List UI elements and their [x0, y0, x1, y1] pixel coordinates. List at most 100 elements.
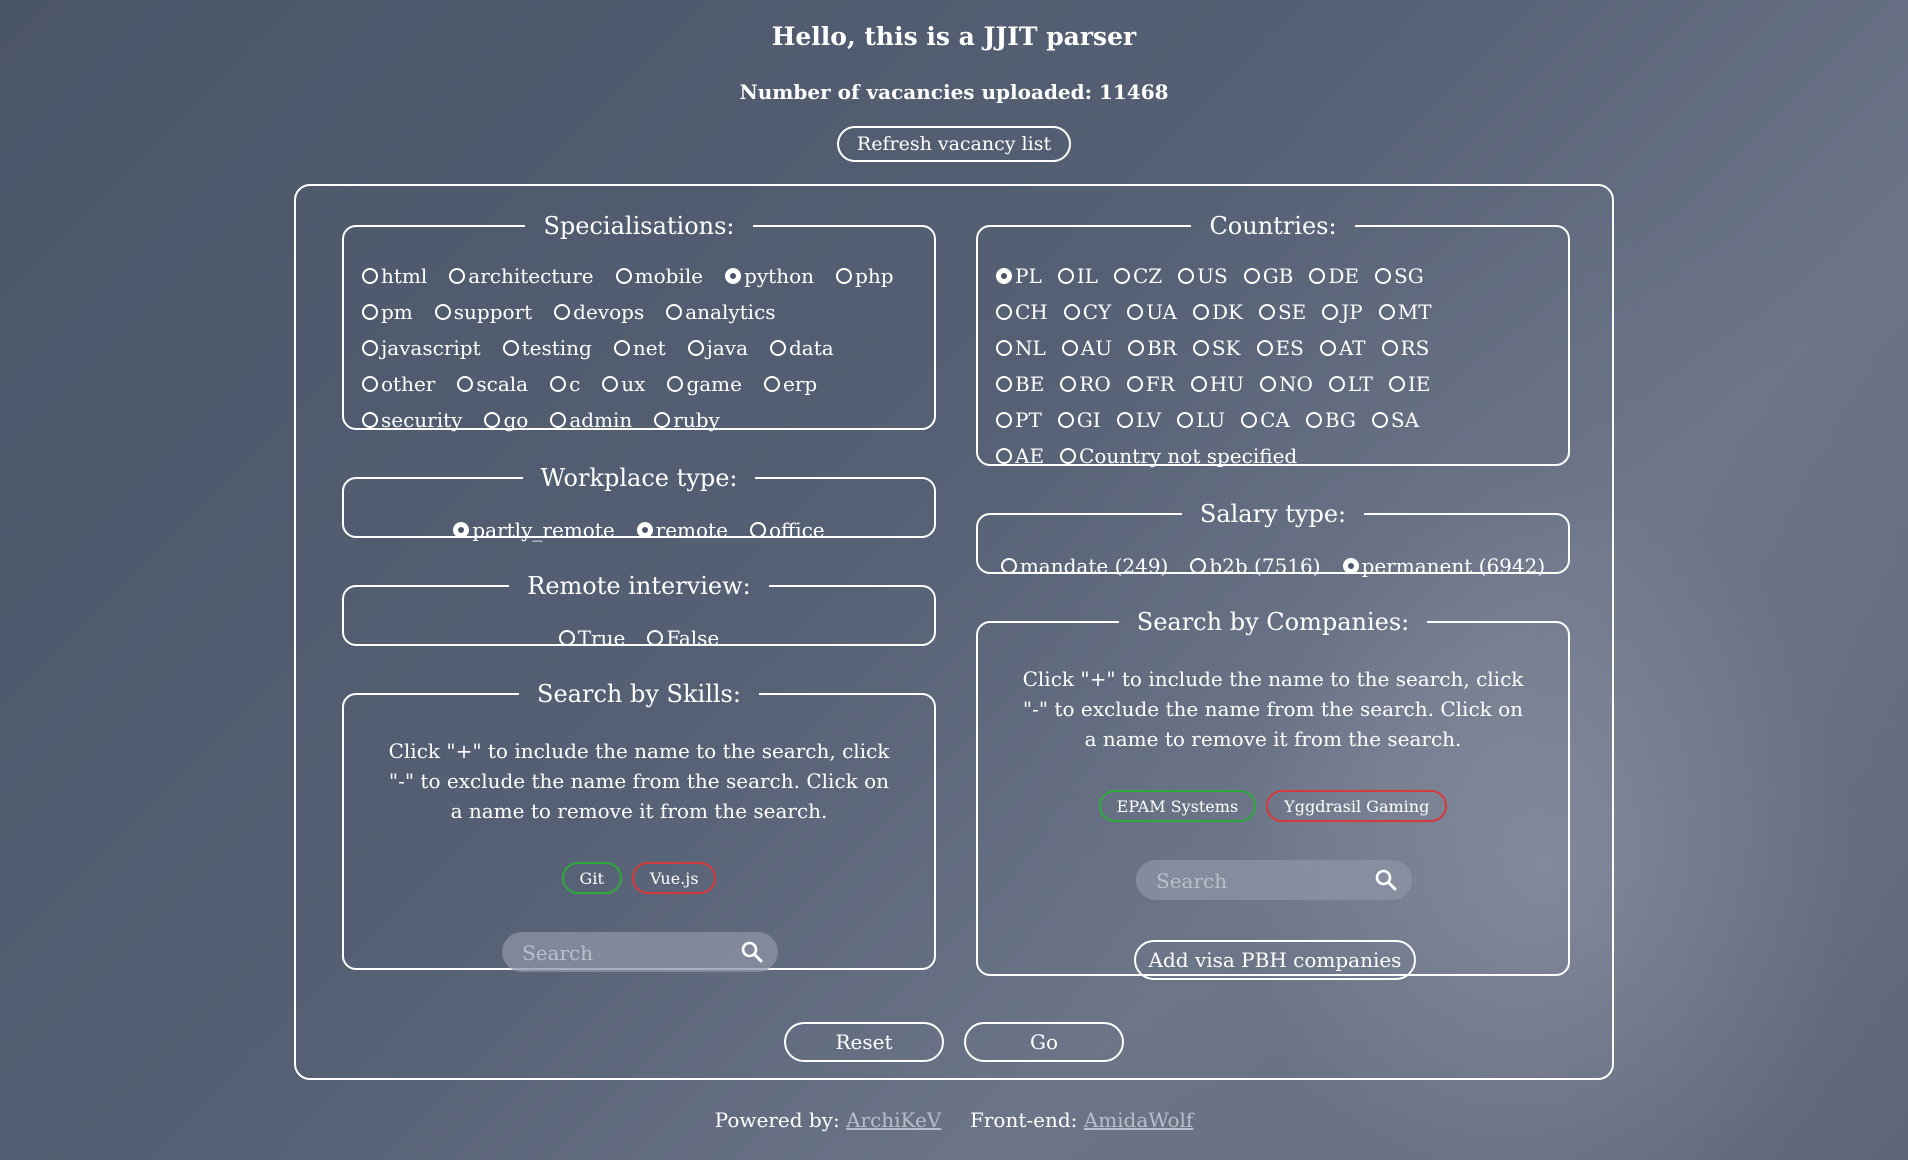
company-tag[interactable]: Yggdrasil Gaming — [1266, 790, 1448, 822]
country-option-hu[interactable]: HU — [1190, 372, 1244, 396]
specialisation-option-analytics[interactable]: analytics — [666, 300, 776, 324]
country-option-bg[interactable]: BG — [1305, 408, 1356, 432]
country-option-sa[interactable]: SA — [1371, 408, 1419, 432]
radio-circle-icon[interactable] — [1319, 340, 1336, 356]
specialisation-option-html[interactable]: html — [362, 264, 427, 288]
radio-circle-icon[interactable] — [1126, 376, 1143, 392]
radio-circle-icon[interactable] — [1309, 268, 1326, 284]
radio-circle-icon[interactable] — [996, 304, 1012, 320]
radio-circle-icon[interactable] — [770, 340, 786, 356]
country-option-es[interactable]: ES — [1256, 336, 1304, 360]
radio-circle-icon[interactable] — [996, 376, 1012, 392]
salary-option-permanent-6942[interactable]: permanent (6942) — [1342, 554, 1545, 578]
radio-circle-icon[interactable] — [996, 268, 1012, 284]
skill-tag[interactable]: Vue.js — [631, 862, 717, 894]
remote-interview-option-false[interactable]: False — [647, 626, 719, 650]
radio-circle-icon[interactable] — [1328, 376, 1345, 392]
specialisation-option-testing[interactable]: testing — [502, 336, 592, 360]
country-option-nl[interactable]: NL — [996, 336, 1046, 360]
specialisation-option-architecture[interactable]: architecture — [449, 264, 594, 288]
radio-circle-icon[interactable] — [725, 268, 742, 284]
radio-circle-icon[interactable] — [1258, 304, 1275, 320]
specialisation-option-python[interactable]: python — [725, 264, 814, 288]
specialisation-option-data[interactable]: data — [770, 336, 834, 360]
radio-circle-icon[interactable] — [1381, 340, 1398, 356]
specialisation-option-other[interactable]: other — [362, 372, 435, 396]
country-option-pl[interactable]: PL — [996, 264, 1042, 288]
radio-circle-icon[interactable] — [1342, 558, 1359, 574]
radio-circle-icon[interactable] — [1177, 412, 1194, 428]
search-icon[interactable] — [1374, 868, 1398, 892]
radio-circle-icon[interactable] — [1060, 448, 1077, 464]
specialisation-option-admin[interactable]: admin — [550, 408, 632, 432]
radio-circle-icon[interactable] — [1260, 376, 1276, 392]
country-option-ca[interactable]: CA — [1241, 408, 1290, 432]
workplace-option-office[interactable]: office — [749, 518, 825, 542]
radio-circle-icon[interactable] — [449, 268, 466, 284]
reset-button[interactable]: Reset — [784, 1022, 944, 1062]
specialisation-option-erp[interactable]: erp — [763, 372, 817, 396]
country-option-de[interactable]: DE — [1309, 264, 1359, 288]
country-option-il[interactable]: IL — [1057, 264, 1098, 288]
country-option-sk[interactable]: SK — [1192, 336, 1241, 360]
frontend-link[interactable]: AmidaWolf — [1084, 1108, 1194, 1132]
workplace-option-remote[interactable]: remote — [636, 518, 728, 542]
radio-circle-icon[interactable] — [1256, 340, 1273, 356]
country-option-sg[interactable]: SG — [1375, 264, 1424, 288]
country-option-cz[interactable]: CZ — [1113, 264, 1162, 288]
radio-circle-icon[interactable] — [1113, 268, 1130, 284]
radio-circle-icon[interactable] — [1057, 412, 1074, 428]
radio-circle-icon[interactable] — [763, 376, 780, 392]
radio-circle-icon[interactable] — [836, 268, 853, 284]
radio-circle-icon[interactable] — [1241, 412, 1258, 428]
specialisation-option-javascript[interactable]: javascript — [362, 336, 481, 360]
radio-circle-icon[interactable] — [1192, 304, 1209, 320]
specialisation-option-security[interactable]: security — [362, 408, 462, 432]
salary-option-b2b-7516[interactable]: b2b (7516) — [1190, 554, 1321, 578]
radio-circle-icon[interactable] — [996, 340, 1012, 356]
radio-circle-icon[interactable] — [1128, 340, 1145, 356]
radio-circle-icon[interactable] — [1178, 268, 1195, 284]
add-visa-companies-button[interactable]: Add visa PBH companies — [1134, 940, 1416, 980]
skills-search[interactable] — [502, 932, 778, 974]
radio-circle-icon[interactable] — [1190, 558, 1207, 574]
country-option-rs[interactable]: RS — [1381, 336, 1429, 360]
radio-circle-icon[interactable] — [362, 376, 378, 392]
country-option-au[interactable]: AU — [1061, 336, 1112, 360]
remote-interview-option-true[interactable]: True — [558, 626, 625, 650]
specialisation-option-pm[interactable]: pm — [362, 300, 413, 324]
radio-circle-icon[interactable] — [647, 630, 664, 646]
country-option-no[interactable]: NO — [1260, 372, 1313, 396]
radio-circle-icon[interactable] — [434, 304, 451, 320]
country-option-at[interactable]: AT — [1319, 336, 1366, 360]
country-option-country-not-specified[interactable]: Country not specified — [1060, 444, 1297, 468]
search-icon[interactable] — [740, 940, 764, 964]
radio-circle-icon[interactable] — [362, 304, 378, 320]
workplace-option-partly-remote[interactable]: partly_remote — [453, 518, 615, 542]
radio-circle-icon[interactable] — [362, 268, 378, 284]
specialisation-option-scala[interactable]: scala — [457, 372, 528, 396]
radio-circle-icon[interactable] — [1388, 376, 1405, 392]
radio-circle-icon[interactable] — [613, 340, 630, 356]
radio-circle-icon[interactable] — [453, 522, 470, 538]
country-option-dk[interactable]: DK — [1192, 300, 1243, 324]
skill-tag[interactable]: Git — [561, 862, 622, 894]
radio-circle-icon[interactable] — [615, 268, 632, 284]
radio-circle-icon[interactable] — [1060, 376, 1077, 392]
radio-circle-icon[interactable] — [667, 376, 684, 392]
radio-circle-icon[interactable] — [1378, 304, 1395, 320]
radio-circle-icon[interactable] — [1057, 268, 1074, 284]
radio-circle-icon[interactable] — [666, 304, 683, 320]
companies-search[interactable] — [1136, 860, 1412, 902]
radio-circle-icon[interactable] — [654, 412, 671, 428]
radio-circle-icon[interactable] — [687, 340, 704, 356]
specialisation-option-go[interactable]: go — [484, 408, 528, 432]
radio-circle-icon[interactable] — [558, 630, 575, 646]
specialisation-option-java[interactable]: java — [687, 336, 748, 360]
radio-circle-icon[interactable] — [484, 412, 501, 428]
country-option-jp[interactable]: JP — [1322, 300, 1363, 324]
radio-circle-icon[interactable] — [1375, 268, 1392, 284]
radio-circle-icon[interactable] — [550, 376, 567, 392]
country-option-mt[interactable]: MT — [1378, 300, 1432, 324]
country-option-lv[interactable]: LV — [1116, 408, 1161, 432]
